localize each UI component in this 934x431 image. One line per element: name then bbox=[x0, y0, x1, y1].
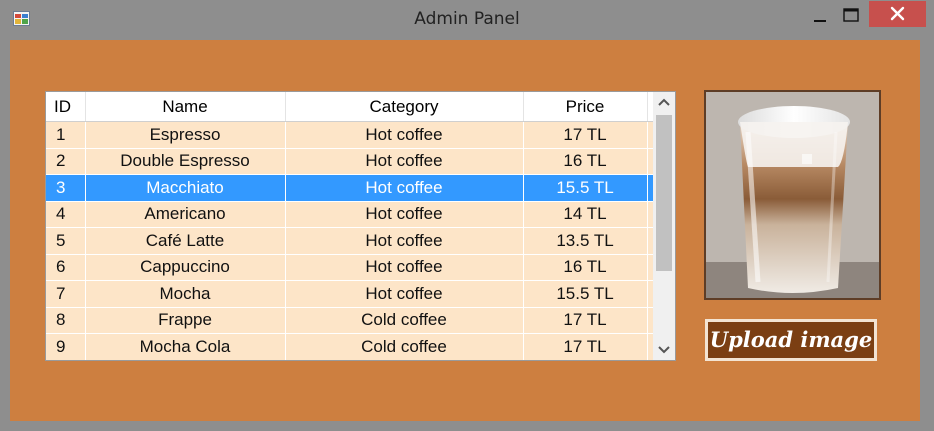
close-button[interactable] bbox=[869, 1, 926, 27]
cell-id[interactable]: 2 bbox=[46, 148, 86, 175]
table-row[interactable]: 3 Macchiato Hot coffee 15.5 TL bbox=[46, 174, 656, 202]
grid-scrollbar[interactable] bbox=[653, 92, 675, 360]
cell-category[interactable]: Hot coffee bbox=[285, 201, 524, 228]
product-table: ID Name Category Price 1 Espresso Hot coff… bbox=[46, 92, 656, 360]
product-grid[interactable]: ID Name Category Price 1 Espresso Hot coff… bbox=[45, 91, 676, 361]
table-row[interactable]: 2 Double Espresso Hot coffee 16 TL bbox=[46, 148, 656, 175]
scroll-thumb[interactable] bbox=[656, 115, 672, 271]
cell-id[interactable]: 4 bbox=[46, 201, 86, 228]
product-image-frame bbox=[704, 90, 881, 300]
cell-id[interactable]: 5 bbox=[46, 227, 86, 255]
grid-header-row: ID Name Category Price bbox=[46, 92, 656, 122]
cell-price[interactable]: 17 TL bbox=[523, 333, 648, 360]
cell-category[interactable]: Hot coffee bbox=[285, 121, 524, 149]
window-title: Admin Panel bbox=[414, 9, 520, 29]
table-row[interactable]: 1 Espresso Hot coffee 17 TL bbox=[46, 121, 656, 149]
table-row[interactable]: 4 Americano Hot coffee 14 TL bbox=[46, 201, 656, 228]
scroll-up-button[interactable] bbox=[653, 92, 675, 114]
cell-category[interactable]: Hot coffee bbox=[285, 227, 524, 255]
cell-price[interactable]: 16 TL bbox=[523, 254, 648, 281]
cell-category[interactable]: Cold coffee bbox=[285, 307, 524, 334]
cell-id[interactable]: 7 bbox=[46, 280, 86, 308]
column-header-id[interactable]: ID bbox=[46, 92, 86, 122]
cell-category[interactable]: Hot coffee bbox=[285, 174, 524, 202]
table-row[interactable]: 5 Café Latte Hot coffee 13.5 TL bbox=[46, 227, 656, 255]
cell-name[interactable]: Mocha bbox=[85, 280, 286, 308]
cell-name[interactable]: Double Espresso bbox=[85, 148, 286, 175]
cell-price[interactable]: 17 TL bbox=[523, 121, 648, 149]
cell-name[interactable]: Americano bbox=[85, 201, 286, 228]
cell-name[interactable]: Cappuccino bbox=[85, 254, 286, 281]
cell-name[interactable]: Macchiato bbox=[85, 174, 286, 202]
cell-price[interactable]: 14 TL bbox=[523, 201, 648, 228]
cell-name[interactable]: Café Latte bbox=[85, 227, 286, 255]
cell-id[interactable]: 1 bbox=[46, 121, 86, 149]
product-image bbox=[706, 92, 879, 298]
latte-glass-illustration bbox=[706, 92, 879, 298]
maximize-button[interactable] bbox=[836, 6, 866, 30]
cell-price[interactable]: 17 TL bbox=[523, 307, 648, 334]
cell-id[interactable]: 3 bbox=[46, 174, 86, 202]
cell-id[interactable]: 8 bbox=[46, 307, 86, 334]
admin-window: Admin Panel ID Name Category Price 1 Esp… bbox=[0, 0, 934, 431]
chevron-up-icon bbox=[658, 98, 670, 106]
cell-name[interactable]: Mocha Cola bbox=[85, 333, 286, 360]
table-row[interactable]: 9 Mocha Cola Cold coffee 17 TL bbox=[46, 333, 656, 360]
table-row[interactable]: 8 Frappe Cold coffee 17 TL bbox=[46, 307, 656, 334]
table-row[interactable]: 6 Cappuccino Hot coffee 16 TL bbox=[46, 254, 656, 281]
close-icon bbox=[890, 6, 905, 21]
cell-price[interactable]: 15.5 TL bbox=[523, 174, 648, 202]
column-header-price[interactable]: Price bbox=[523, 92, 648, 122]
cell-category[interactable]: Hot coffee bbox=[285, 280, 524, 308]
scroll-down-button[interactable] bbox=[653, 338, 675, 360]
cell-price[interactable]: 15.5 TL bbox=[523, 280, 648, 308]
minimize-icon bbox=[814, 20, 826, 22]
minimize-button[interactable] bbox=[806, 6, 834, 30]
upload-image-button[interactable]: Upload image bbox=[705, 319, 877, 361]
cell-name[interactable]: Frappe bbox=[85, 307, 286, 334]
cell-name[interactable]: Espresso bbox=[85, 121, 286, 149]
cell-category[interactable]: Hot coffee bbox=[285, 254, 524, 281]
cell-category[interactable]: Cold coffee bbox=[285, 333, 524, 360]
maximize-icon bbox=[843, 8, 859, 22]
cell-price[interactable]: 13.5 TL bbox=[523, 227, 648, 255]
column-header-category[interactable]: Category bbox=[285, 92, 524, 122]
cell-id[interactable]: 9 bbox=[46, 333, 86, 360]
cell-price[interactable]: 16 TL bbox=[523, 148, 648, 175]
chevron-down-icon bbox=[658, 346, 670, 354]
cell-id[interactable]: 6 bbox=[46, 254, 86, 281]
cell-category[interactable]: Hot coffee bbox=[285, 148, 524, 175]
column-header-name[interactable]: Name bbox=[85, 92, 286, 122]
title-bar[interactable]: Admin Panel bbox=[0, 0, 934, 38]
table-row[interactable]: 7 Mocha Hot coffee 15.5 TL bbox=[46, 280, 656, 308]
